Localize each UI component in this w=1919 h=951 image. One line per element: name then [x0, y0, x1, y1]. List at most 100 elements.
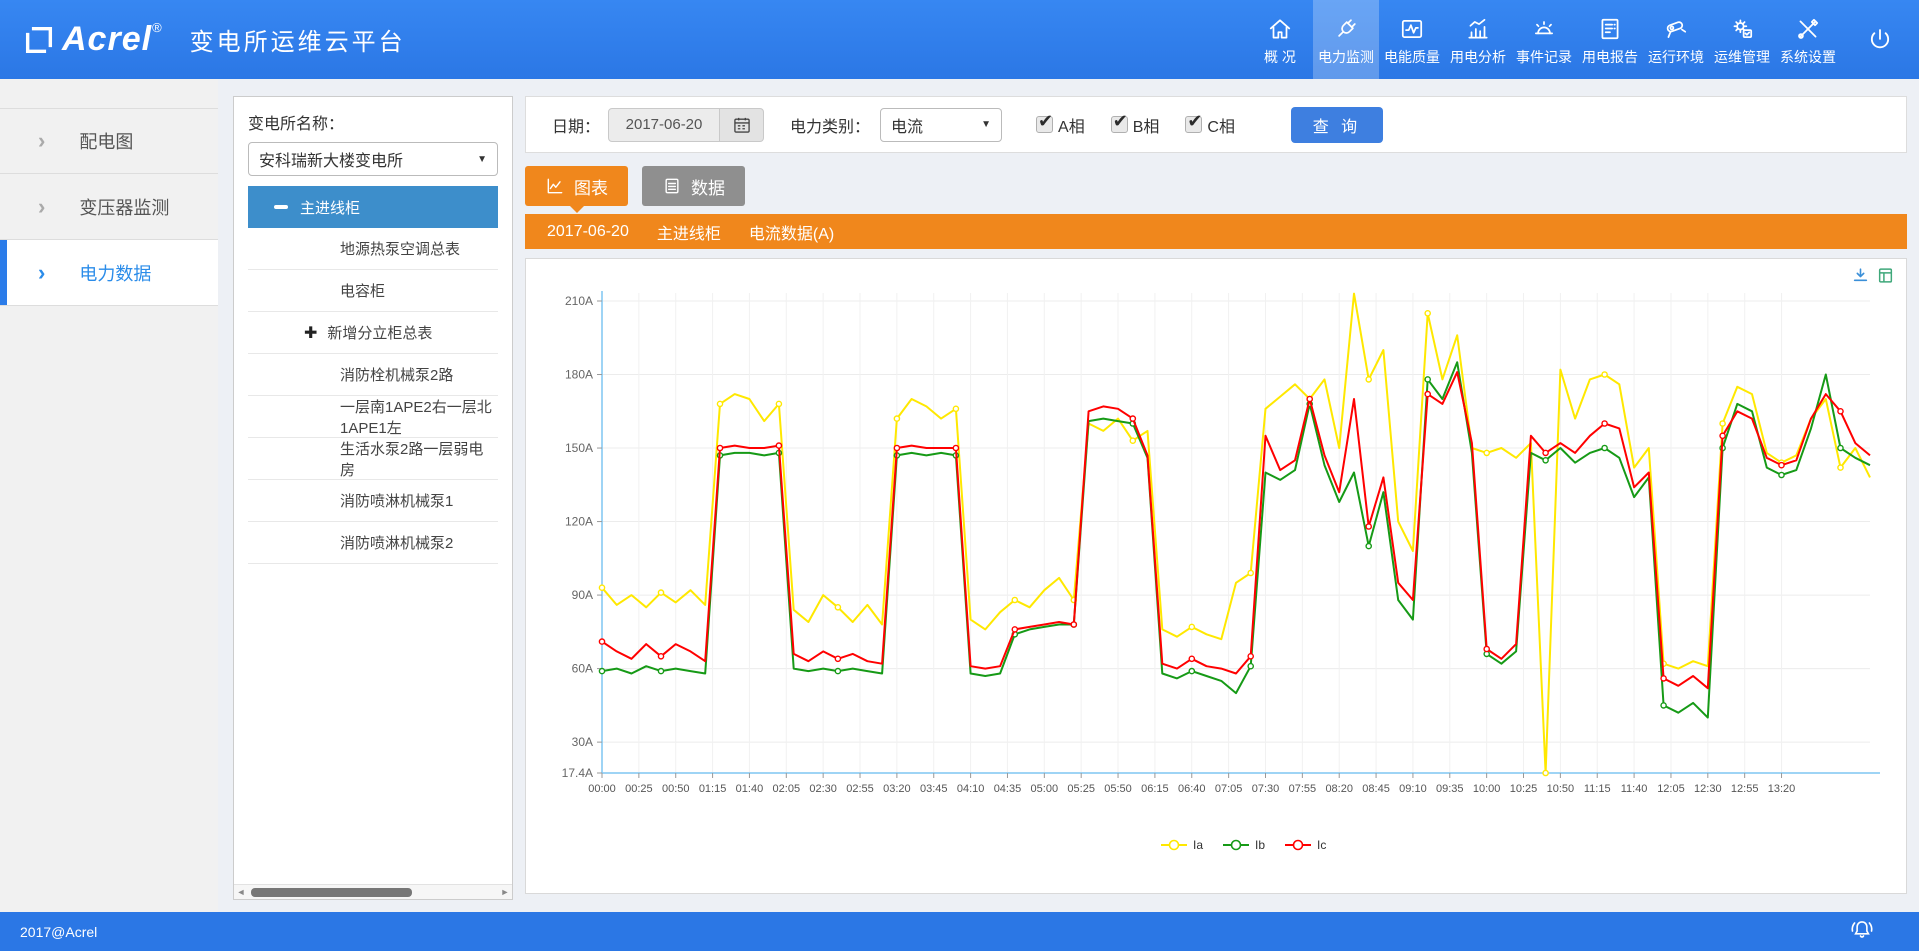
svg-text:01:15: 01:15	[699, 783, 727, 795]
nav-item-usage-analysis[interactable]: 用电分析	[1445, 0, 1511, 79]
tree-item-sprinkler-pump-1[interactable]: 消防喷淋机械泵1	[248, 480, 498, 522]
nav-label: 用电报告	[1582, 47, 1638, 67]
result-metric: 电流数据(A)	[749, 220, 834, 244]
svg-text:04:35: 04:35	[994, 783, 1022, 795]
svg-text:03:20: 03:20	[883, 783, 911, 795]
nav-item-environment[interactable]: 运行环境	[1643, 0, 1709, 79]
calendar-button[interactable]	[720, 108, 764, 142]
tree-horizontal-scrollbar[interactable]: ◄ ►	[234, 884, 512, 899]
date-input[interactable]	[608, 108, 720, 142]
scroll-left-arrow-icon[interactable]: ◄	[234, 887, 248, 897]
list-icon	[662, 176, 682, 196]
app-footer: 2017@Acrel	[0, 912, 1919, 951]
tab-chart[interactable]: 图表	[525, 166, 628, 206]
phase-b-checkbox[interactable]: B相	[1111, 113, 1160, 137]
query-button[interactable]: 查 询	[1291, 107, 1383, 143]
result-device: 主进线柜	[657, 220, 721, 244]
nav-item-overview[interactable]: 概 况	[1247, 0, 1313, 79]
tree-item-new-sub-cabinet-meter[interactable]: ✚ 新增分立柜总表	[248, 312, 498, 354]
collapse-minus-icon[interactable]	[274, 205, 288, 209]
nav-label: 电力监测	[1318, 47, 1374, 67]
category-select[interactable]: 电流 ▼	[880, 108, 1002, 142]
svg-text:08:45: 08:45	[1362, 783, 1390, 795]
checkbox-icon[interactable]	[1185, 116, 1202, 133]
device-tree: 主进线柜 地源热泵空调总表 电容柜 ✚ 新增分立柜总表 消防栓机械泵2路 一层南…	[248, 186, 498, 564]
svg-text:07:55: 07:55	[1289, 783, 1317, 795]
phase-a-checkbox[interactable]: A相	[1036, 113, 1085, 137]
svg-text:Ic: Ic	[1317, 838, 1326, 852]
tree-item-label: 消防喷淋机械泵1	[340, 490, 453, 511]
logout-power-button[interactable]	[1841, 0, 1919, 79]
nav-item-ops-management[interactable]: 运维管理	[1709, 0, 1775, 79]
tree-item-main-incoming-cabinet[interactable]: 主进线柜	[248, 186, 498, 228]
checkbox-icon[interactable]	[1036, 116, 1053, 133]
nav-item-event-log[interactable]: 事件记录	[1511, 0, 1577, 79]
phase-c-checkbox[interactable]: C相	[1185, 113, 1235, 137]
svg-text:02:05: 02:05	[773, 783, 801, 795]
page-title: 变电所运维云平台	[190, 22, 406, 57]
svg-text:12:30: 12:30	[1694, 783, 1722, 795]
current-line-chart[interactable]: 17.4A30A60A90A120A150A180A210A00:0000:25…	[530, 273, 1902, 873]
tree-item-capacitor-cabinet[interactable]: 电容柜	[248, 270, 498, 312]
chevron-right-icon: ›	[38, 260, 45, 286]
tree-item-water-pump[interactable]: 生活水泵2路一层弱电房	[248, 438, 498, 480]
sidebar-item-transformer-monitoring[interactable]: › 变压器监测	[0, 174, 218, 240]
svg-text:30A: 30A	[572, 735, 593, 749]
tree-item-fire-hydrant-pump[interactable]: 消防栓机械泵2路	[248, 354, 498, 396]
expand-plus-icon[interactable]: ✚	[304, 323, 317, 343]
svg-text:05:25: 05:25	[1067, 783, 1095, 795]
acrel-logo-icon	[22, 23, 56, 57]
nav-label: 系统设置	[1780, 47, 1836, 67]
svg-text:00:25: 00:25	[625, 783, 653, 795]
tab-data[interactable]: 数据	[642, 166, 745, 206]
view-tabs: 图表 数据	[525, 166, 759, 206]
nav-item-usage-report[interactable]: 用电报告	[1577, 0, 1643, 79]
tree-item-floor1-ape[interactable]: 一层南1APE2右一层北1APE1左	[248, 396, 498, 438]
svg-text:90A: 90A	[572, 588, 593, 602]
scroll-right-arrow-icon[interactable]: ►	[498, 887, 512, 897]
result-date: 2017-06-20	[547, 223, 629, 241]
station-select-label: 变电所名称：	[248, 110, 498, 134]
scrollbar-thumb[interactable]	[251, 888, 412, 897]
tools-icon	[1795, 12, 1821, 42]
notification-bell-icon[interactable]	[1849, 917, 1875, 946]
tree-item-label: 新增分立柜总表	[327, 322, 432, 343]
home-icon	[1267, 12, 1293, 42]
calendar-icon	[732, 115, 752, 135]
svg-text:11:15: 11:15	[1584, 783, 1611, 795]
svg-text:Ib: Ib	[1255, 838, 1265, 852]
svg-text:10:00: 10:00	[1473, 783, 1501, 795]
nav-item-power-monitoring[interactable]: 电力监测	[1313, 0, 1379, 79]
chevron-right-icon: ›	[38, 128, 45, 154]
checkbox-icon[interactable]	[1111, 116, 1128, 133]
svg-text:02:55: 02:55	[846, 783, 874, 795]
tree-item-label: 一层南1APE2右一层北1APE1左	[340, 396, 498, 438]
dropdown-arrow-icon: ▼	[981, 119, 991, 130]
copyright-text: 2017@Acrel	[20, 924, 97, 940]
sidebar-item-power-data[interactable]: › 电力数据	[0, 240, 218, 306]
brand-name: Acrel	[62, 20, 152, 59]
tree-item-label: 主进线柜	[300, 197, 360, 218]
svg-text:210A: 210A	[565, 294, 593, 308]
svg-text:10:25: 10:25	[1510, 783, 1538, 795]
nav-label: 事件记录	[1516, 47, 1572, 67]
sidebar-item-distribution-diagram[interactable]: › 配电图	[0, 108, 218, 174]
svg-text:07:05: 07:05	[1215, 783, 1243, 795]
power-icon	[1866, 26, 1894, 54]
phase-checkboxes: A相 B相 C相	[1036, 113, 1261, 137]
chart-panel: 17.4A30A60A90A120A150A180A210A00:0000:25…	[525, 258, 1907, 894]
station-select[interactable]: 安科瑞新大楼变电所 ▼	[248, 142, 498, 176]
svg-text:12:05: 12:05	[1657, 783, 1685, 795]
power-quality-icon	[1399, 12, 1425, 42]
tree-item-sprinkler-pump-2[interactable]: 消防喷淋机械泵2	[248, 522, 498, 564]
sidebar-item-label: 电力数据	[79, 260, 151, 286]
sidebar-item-label: 变压器监测	[79, 194, 169, 220]
nav-item-system-settings[interactable]: 系统设置	[1775, 0, 1841, 79]
result-title-bar: 2017-06-20 主进线柜 电流数据(A)	[525, 214, 1907, 249]
brand-reg-mark: ®	[152, 20, 162, 35]
sidebar-item-label: 配电图	[79, 128, 133, 154]
nav-label: 运维管理	[1714, 47, 1770, 67]
nav-item-power-quality[interactable]: 电能质量	[1379, 0, 1445, 79]
tree-item-heat-pump-meter[interactable]: 地源热泵空调总表	[248, 228, 498, 270]
plug-icon	[1333, 12, 1359, 42]
